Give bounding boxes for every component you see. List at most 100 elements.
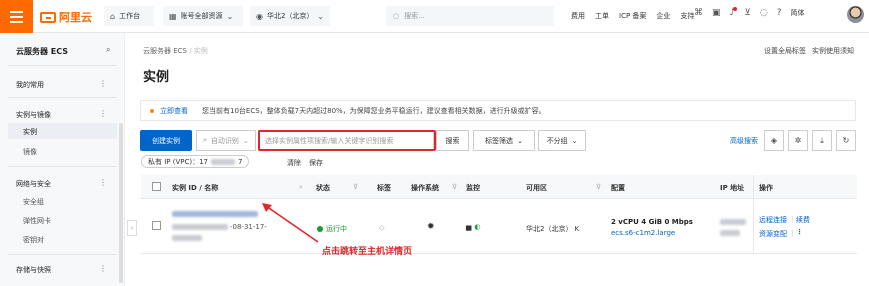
breadcrumb-ecs[interactable]: 云服务器 ECS [143, 47, 187, 55]
sidebar: 云服务器 ECS ⌕ 我的常用 ⋮ 实例与镜像 ⋮ 实例 镜像 网络与安全 ⋮ … [0, 33, 125, 286]
lightbulb-icon[interactable]: ◌ [760, 8, 768, 18]
set-global-tags-link[interactable]: 设置全局标签 [764, 46, 806, 56]
grid-icon: ▦ [169, 11, 177, 21]
auto-identify-select[interactable]: ⌕ 自动识别 ⌄ [196, 130, 256, 151]
command-icon[interactable]: ⌘ [694, 8, 703, 18]
col-ip: IP 地址 [720, 184, 745, 192]
col-os: 操作系统 [411, 184, 439, 192]
table-header: 实例 ID / 名称 ⌕ 状态 ⊽ 标签 操作系统 ⊽ 监控 可用区 ⊽ 配置 … [141, 175, 857, 199]
col-ops-cell: 操作 [753, 175, 857, 199]
sidebar-item-images[interactable]: 镜像 [23, 147, 37, 157]
filter-icon[interactable]: ⊽ [452, 183, 457, 191]
account-resources-dropdown[interactable]: ▦ 账号全部资源 ⌄ [163, 6, 243, 26]
monitoring-cell: ▅ ◐ [466, 223, 481, 231]
status-text: 运行中 [326, 225, 347, 233]
resize-link[interactable]: 资源变配 [759, 229, 787, 239]
breadcrumb: 云服务器 ECS / 实例 [143, 46, 208, 56]
more-icon[interactable]: ⋮ [99, 109, 107, 118]
sidebar-search-icon[interactable]: ⌕ [106, 45, 110, 55]
link-enterprise[interactable]: 企业 [656, 11, 670, 21]
col-monitoring: 监控 [466, 184, 480, 192]
col-ops: 操作 [759, 184, 773, 192]
link-icp[interactable]: ICP 备案 [619, 11, 646, 21]
search-icon[interactable]: ⌕ [299, 183, 303, 192]
search-icon: ⌕ [203, 136, 207, 144]
notice-text: 您当前有10台ECS，整体负载7天内超过80%，为保障您业务平稳运行，建议查看相… [202, 106, 546, 115]
filter-icon[interactable]: ⊽ [596, 183, 601, 191]
sidebar-section-storage-snapshots[interactable]: 存储与快照 [16, 265, 51, 275]
refresh-icon[interactable]: ↻ [836, 130, 856, 151]
table-row: -08-31-17- 运行中 ⬦ ✹ ▅ ◐ 华北2（北京） K 2 vCPU … [141, 199, 857, 254]
instance-type-link[interactable]: ecs.s6-c1m2.large [611, 229, 675, 237]
row-checkbox[interactable] [152, 221, 161, 230]
language-switch[interactable]: 简体 [791, 8, 805, 18]
sidebar-item-eni[interactable]: 弹性网卡 [23, 216, 51, 226]
sidebar-scrollbar[interactable] [119, 123, 123, 283]
more-icon[interactable]: ⋮ [99, 79, 107, 88]
sidebar-item-security-groups[interactable]: 安全组 [23, 197, 44, 207]
search-button[interactable]: 搜索 [436, 130, 469, 151]
breadcrumb-separator: / [189, 47, 192, 55]
global-search-input[interactable]: ○ 搜索... [386, 6, 554, 26]
clear-filter-link[interactable]: 清除 [287, 158, 301, 168]
sidebar-title: 云服务器 ECS [16, 47, 69, 56]
workbench-button[interactable]: ⌂ 工作台 [104, 6, 154, 26]
layers-icon[interactable]: ◈ [764, 130, 784, 151]
more-icon[interactable]: ⋮ [796, 228, 803, 236]
instance-usage-notes-link[interactable]: 实例使用须知 [812, 46, 854, 56]
filter-tag-private-ip[interactable]: 私有 IP (VPC)：17 7 [141, 155, 250, 168]
sidebar-section-instances-images[interactable]: 实例与镜像 [16, 110, 51, 120]
aliyun-logo[interactable]: 阿里云 [40, 9, 92, 25]
download-icon[interactable]: ⤓ [812, 130, 832, 151]
redacted-ip [720, 219, 746, 225]
more-icon[interactable]: ⋮ [99, 178, 107, 187]
sidebar-item-instances[interactable]: 实例 [8, 123, 117, 139]
divider [8, 254, 117, 255]
tag-filter-label: 标签筛选 [485, 136, 514, 145]
help-icon[interactable]: ? [777, 8, 782, 18]
divider [8, 97, 117, 98]
page-title: 实例 [143, 70, 170, 85]
workbench-label: 工作台 [119, 12, 141, 20]
sidebar-item-key-pairs[interactable]: 密钥对 [23, 235, 44, 245]
instance-id-link[interactable] [172, 211, 258, 219]
link-billing[interactable]: 费用 [571, 11, 585, 21]
menu-hamburger-icon[interactable] [0, 0, 33, 33]
region-selector[interactable]: ◉ 华北2（北京） ⌄ [250, 6, 330, 26]
gear-icon[interactable]: ✲ [788, 130, 808, 151]
link-support[interactable]: 支持 [680, 11, 694, 21]
sidebar-item-label: 实例 [23, 128, 37, 136]
globe-icon[interactable]: ◐ [474, 223, 480, 231]
advanced-search-link[interactable]: 高级搜索 [730, 136, 758, 146]
view-now-link[interactable]: 立即查看 [160, 106, 188, 116]
tag-filter-dropdown[interactable]: 标签筛选 ⌄ [473, 130, 535, 151]
remote-connect-link[interactable]: 远程连接 [759, 215, 787, 225]
sidebar-section-network-security[interactable]: 网络与安全 [16, 179, 51, 189]
account-resources-label: 账号全部资源 [180, 12, 223, 20]
zone-text: 华北2（北京） K [526, 225, 580, 233]
bell-icon[interactable]: ♪ [730, 7, 738, 18]
top-icons: ⌘ ▣ ♪ ⊻ ◌ ? 简体 [694, 7, 805, 18]
filter-icon[interactable]: ⊽ [353, 183, 358, 191]
col-config: 配置 [611, 184, 625, 192]
image-icon[interactable]: ▣ [712, 8, 721, 18]
chevron-down-icon: ⌄ [242, 136, 249, 145]
select-all-checkbox[interactable] [152, 182, 161, 191]
avatar[interactable] [847, 6, 864, 23]
tag-icon[interactable]: ⬦ [379, 223, 385, 233]
main-content: 云服务器 ECS / 实例 设置全局标签 实例使用须知 实例 立即查看 您当前有… [125, 33, 869, 286]
group-dropdown[interactable]: 不分组 ⌄ [538, 130, 586, 151]
search-icon: ○ [393, 12, 400, 20]
redacted-name [172, 224, 228, 230]
cart-icon[interactable]: ⊻ [744, 8, 751, 18]
more-icon[interactable]: ⋮ [99, 264, 107, 273]
link-tickets[interactable]: 工单 [595, 11, 609, 21]
renew-link[interactable]: 续费 [796, 215, 810, 225]
sidebar-section-favorites[interactable]: 我的常用 [16, 80, 44, 90]
create-instance-button[interactable]: 创建实例 [140, 130, 192, 151]
save-filter-link[interactable]: 保存 [309, 158, 323, 168]
redacted-text [172, 235, 202, 241]
redacted-ip [211, 158, 236, 165]
divider: | [791, 215, 794, 223]
chart-icon[interactable]: ▅ [466, 223, 471, 231]
